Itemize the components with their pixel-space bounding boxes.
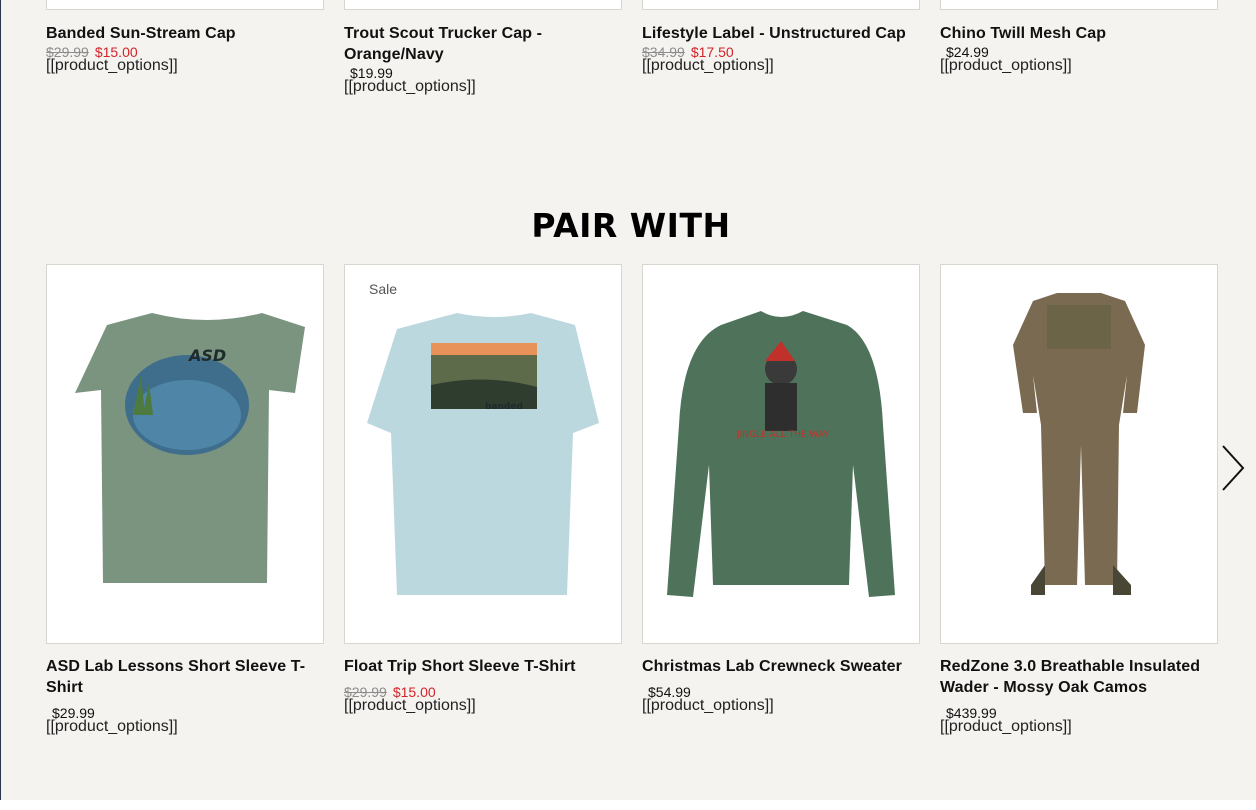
product-card[interactable]: Banded Sun-Stream Cap $29.99 $15.00 [[pro… bbox=[46, 0, 324, 75]
product-image-frame[interactable] bbox=[46, 0, 324, 10]
product-image-frame[interactable] bbox=[344, 0, 622, 10]
product-card[interactable]: RedZone 3.0 Breathable Insulated Wader -… bbox=[940, 656, 1218, 736]
product-image[interactable]: ASD bbox=[46, 264, 324, 644]
product-name[interactable]: Trout Scout Trucker Cap - Orange/Navy bbox=[344, 23, 622, 65]
sale-badge: Sale bbox=[369, 281, 398, 297]
product-price: $29.99 $15.00 bbox=[46, 44, 324, 60]
product-name[interactable]: Christmas Lab Crewneck Sweater bbox=[642, 656, 920, 677]
product-image[interactable]: Sale banded bbox=[344, 264, 622, 644]
chevron-right-icon[interactable] bbox=[1218, 444, 1246, 492]
sweater-image: JINGLE ALL THE WAY bbox=[667, 311, 895, 597]
product-card[interactable]: Float Trip Short Sleeve T-Shirt $29.99 $1… bbox=[344, 656, 622, 715]
original-price: $29.99 bbox=[344, 684, 387, 700]
product-price: $19.99 bbox=[344, 65, 622, 81]
product-price: $24.99 bbox=[940, 44, 1218, 60]
product-price: $54.99 bbox=[642, 684, 920, 700]
regular-price: $54.99 bbox=[648, 684, 691, 700]
svg-text:JINGLE ALL THE WAY: JINGLE ALL THE WAY bbox=[736, 430, 829, 440]
product-image[interactable] bbox=[940, 264, 1218, 644]
regular-price: $24.99 bbox=[946, 44, 989, 60]
product-card[interactable]: ASD Lab Lessons Short Sleeve T-Shirt $29… bbox=[46, 656, 324, 736]
tshirt-image: ASD bbox=[75, 313, 305, 583]
product-name[interactable]: Banded Sun-Stream Cap bbox=[46, 23, 324, 44]
sale-price: $17.50 bbox=[690, 44, 734, 60]
product-card[interactable]: Chino Twill Mesh Cap $24.99 [[product_op… bbox=[940, 0, 1218, 75]
product-price: $29.99 bbox=[46, 705, 324, 721]
product-name[interactable]: Lifestyle Label - Unstructured Cap bbox=[642, 23, 920, 44]
regular-price: $439.99 bbox=[946, 705, 997, 721]
regular-price: $19.99 bbox=[350, 65, 393, 81]
original-price: $34.99 bbox=[642, 44, 685, 60]
sale-price: $15.00 bbox=[94, 44, 138, 60]
footer-edge bbox=[0, 800, 1256, 810]
product-name[interactable]: Chino Twill Mesh Cap bbox=[940, 23, 1218, 44]
product-price: $29.99 $15.00 bbox=[344, 684, 622, 700]
section-title: PAIR WITH bbox=[531, 206, 731, 245]
regular-price: $29.99 bbox=[52, 705, 95, 721]
svg-text:banded: banded bbox=[485, 402, 523, 412]
product-card[interactable]: Lifestyle Label - Unstructured Cap $34.9… bbox=[642, 0, 920, 75]
product-price: $34.99 $17.50 bbox=[642, 44, 920, 60]
sale-price: $15.00 bbox=[392, 684, 436, 700]
page-edge bbox=[0, 0, 1, 810]
product-card[interactable]: Christmas Lab Crewneck Sweater $54.99 [[… bbox=[642, 656, 920, 715]
product-name[interactable]: RedZone 3.0 Breathable Insulated Wader -… bbox=[940, 656, 1218, 698]
tshirt-image: banded bbox=[367, 313, 599, 595]
product-name[interactable]: ASD Lab Lessons Short Sleeve T-Shirt bbox=[46, 656, 324, 698]
product-price: $439.99 bbox=[940, 705, 1218, 721]
original-price: $29.99 bbox=[46, 44, 89, 60]
svg-text:ASD: ASD bbox=[187, 346, 226, 365]
product-card[interactable]: Trout Scout Trucker Cap - Orange/Navy $1… bbox=[344, 0, 622, 96]
product-image[interactable]: JINGLE ALL THE WAY bbox=[642, 264, 920, 644]
wader-image bbox=[1013, 293, 1145, 595]
product-image-frame[interactable] bbox=[642, 0, 920, 10]
product-image-frame[interactable] bbox=[940, 0, 1218, 10]
product-name[interactable]: Float Trip Short Sleeve T-Shirt bbox=[344, 656, 622, 677]
